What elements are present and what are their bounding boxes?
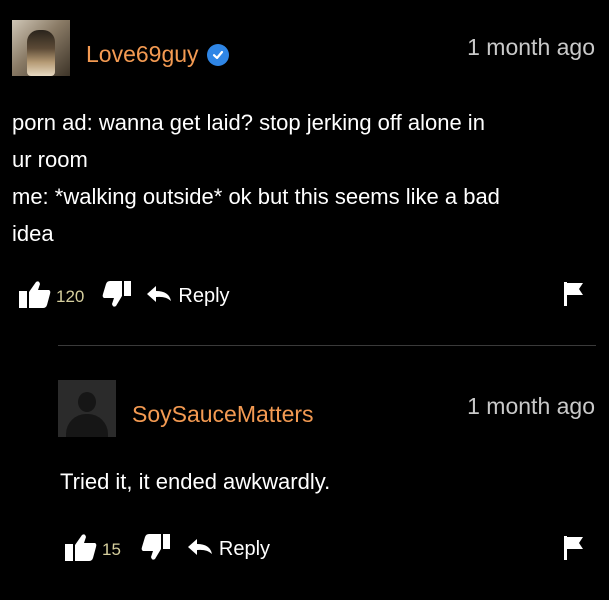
comment-line: Tried it, it ended awkwardly.	[60, 469, 331, 494]
reply-arrow-icon	[187, 538, 213, 562]
comment-actions: 120 Reply	[18, 279, 230, 314]
avatar[interactable]	[12, 20, 70, 76]
comment-header: Love69guy	[86, 41, 229, 68]
thumbs-down-icon[interactable]	[102, 280, 132, 313]
reply-button[interactable]: Reply	[146, 285, 230, 309]
timestamp: 1 month ago	[467, 393, 595, 419]
divider	[58, 345, 596, 346]
comment-line: ur room	[12, 147, 88, 172]
reply-arrow-icon	[146, 285, 172, 309]
flag-icon[interactable]	[563, 535, 585, 566]
comment-line: porn ad: wanna get laid? stop jerking of…	[12, 110, 485, 135]
like-count: 120	[56, 286, 85, 306]
comment-actions: 15 Reply	[64, 532, 270, 567]
thumbs-down-icon[interactable]	[141, 533, 171, 566]
thumbs-up-icon[interactable]	[18, 279, 52, 314]
thumbs-up-icon[interactable]	[64, 532, 98, 567]
username[interactable]: Love69guy	[86, 41, 199, 68]
comment-line: me: *walking outside* ok but this seems …	[12, 184, 500, 209]
comment-line: idea	[12, 221, 54, 246]
like-count: 15	[102, 539, 121, 559]
avatar[interactable]	[58, 380, 116, 437]
timestamp: 1 month ago	[467, 34, 595, 60]
verified-check-icon	[206, 43, 229, 66]
reply-label: Reply	[218, 538, 271, 560]
comment-text: Tried it, it ended awkwardly.	[60, 463, 600, 500]
flag-icon[interactable]	[563, 281, 585, 312]
reply-button[interactable]: Reply	[187, 538, 270, 562]
comment-text: porn ad: wanna get laid? stop jerking of…	[12, 104, 602, 252]
username[interactable]: SoySauceMatters	[132, 401, 314, 428]
reply-label: Reply	[178, 285, 230, 307]
